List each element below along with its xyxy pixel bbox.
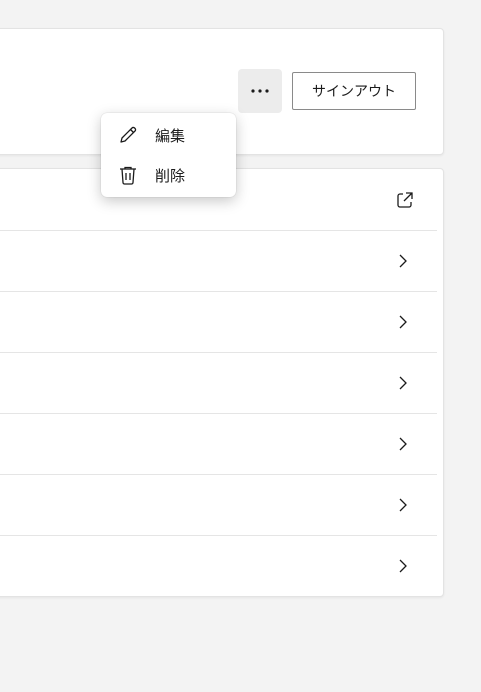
chevron-right-icon — [399, 437, 407, 450]
pencil-icon — [117, 124, 139, 146]
settings-row[interactable] — [0, 230, 437, 292]
menu-item-label: 削除 — [155, 166, 186, 185]
external-link-icon — [397, 191, 413, 208]
more-horizontal-icon — [251, 89, 269, 93]
menu-item-edit[interactable]: 編集 — [101, 116, 236, 154]
chevron-right-icon — [399, 315, 407, 328]
context-menu: 編集 削除 — [101, 113, 236, 197]
settings-row[interactable] — [0, 413, 437, 475]
chevron-right-icon — [399, 559, 407, 572]
chevron-right-icon — [399, 498, 407, 511]
settings-list-card — [0, 168, 444, 597]
chevron-right-icon — [399, 376, 407, 389]
settings-row[interactable] — [0, 474, 437, 536]
chevron-right-icon — [399, 254, 407, 267]
sign-out-button[interactable]: サインアウト — [292, 72, 416, 110]
trash-icon — [117, 164, 139, 186]
settings-row[interactable] — [0, 291, 437, 353]
settings-row[interactable] — [0, 535, 437, 596]
more-options-button[interactable] — [238, 69, 282, 113]
menu-item-label: 編集 — [155, 126, 186, 145]
menu-item-delete[interactable]: 削除 — [101, 156, 236, 194]
settings-row[interactable] — [0, 352, 437, 414]
